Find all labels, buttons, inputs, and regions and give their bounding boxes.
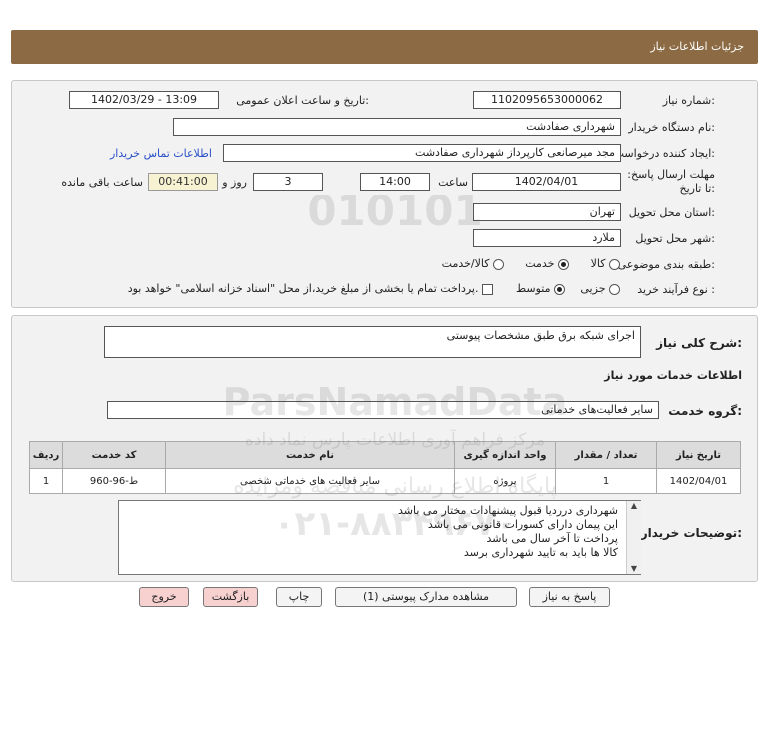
summary-field: اجرای شبکه برق طبق مشخصات پیوستی <box>104 326 641 358</box>
purchase-option-medium[interactable]: متوسط <box>516 282 565 295</box>
page-title: جزئیات اطلاعات نیاز <box>650 40 744 53</box>
cell-unit: پروژه <box>454 468 556 494</box>
buyer-notes-textarea[interactable]: شهرداری درردیا قبول پیشنهادات مختار می ب… <box>118 500 641 575</box>
cell-row-number: 1 <box>29 468 63 494</box>
back-button[interactable]: بازگشت <box>203 587 258 607</box>
category-option-goods[interactable]: کالا <box>591 257 620 270</box>
table-row: 1 ط-96-960 سایر فعالیت های خدماتی شخصی پ… <box>29 468 741 494</box>
category-service-label: خدمت <box>525 257 555 270</box>
buyer-org-label: نام دستگاه خریدار: <box>628 121 715 134</box>
buyer-org-field: شهرداری صفادشت <box>173 118 621 136</box>
days-label: روز و <box>222 176 247 189</box>
deadline-time-label: ساعت <box>438 176 468 189</box>
purchase-type-label: نوع فرآیند خرید : <box>637 283 715 296</box>
category-goods-radio[interactable] <box>609 258 620 270</box>
buyer-note-line: کالا ها باید به تایید شهرداری برسد <box>463 546 618 559</box>
deadline-date-field: 1402/04/01 <box>472 173 621 191</box>
category-label: طبقه بندی موضوعی: <box>617 258 715 271</box>
col-header-service-name: نام خدمت <box>165 441 455 469</box>
purchase-option-minor[interactable]: جزیی <box>580 282 620 295</box>
need-number-label: شماره نیاز: <box>662 94 715 107</box>
treasury-checkbox[interactable] <box>482 283 493 295</box>
treasury-option[interactable]: پرداخت تمام یا بخشی از مبلغ خرید،از محل … <box>128 282 493 295</box>
city-field: ملارد <box>473 229 621 247</box>
col-header-service-code: کد خدمت <box>62 441 166 469</box>
buyer-notes-label: توضیحات خریدار: <box>640 526 742 540</box>
buyer-note-line: شهرداری درردیا قبول پیشنهادات مختار می ب… <box>398 504 618 517</box>
services-table: ردیف کد خدمت نام خدمت واحد اندازه گیری ت… <box>29 441 741 494</box>
summary-label: شرح کلی نیاز: <box>656 336 742 350</box>
service-group-field: سایر فعالیت‌های خدماتی <box>107 401 659 419</box>
purchase-medium-label: متوسط <box>515 282 551 295</box>
treasury-note: پرداخت تمام یا بخشی از مبلغ خرید،از محل … <box>127 282 479 295</box>
purchase-minor-label: جزیی <box>580 282 606 295</box>
creator-label: ایجاد کننده درخواست: <box>613 147 715 160</box>
category-goods-service-label: کالا/خدمت <box>441 257 490 270</box>
deadline-time-field: 14:00 <box>360 173 430 191</box>
buyer-note-line: این پیمان دارای کسورات قانونی می باشد <box>427 518 618 531</box>
exit-button[interactable]: خروج <box>139 587 189 607</box>
reply-button[interactable]: پاسخ به نیاز <box>529 587 610 607</box>
buyer-contact-link[interactable]: اطلاعات تماس خریدار <box>110 147 212 160</box>
scroll-down-icon[interactable]: ▼ <box>627 564 641 573</box>
scroll-up-icon[interactable]: ▲ <box>627 501 641 510</box>
purchase-minor-radio[interactable] <box>609 283 620 295</box>
deadline-label: مهلت ارسال پاسخ: تا تاریخ: <box>627 168 715 195</box>
service-group-label: گروه خدمت: <box>668 404 742 418</box>
category-option-goods-service[interactable]: کالا/خدمت <box>442 257 504 270</box>
buyer-note-line: پرداخت تا آخر سال می باشد <box>486 532 618 545</box>
col-header-row-number: ردیف <box>29 441 63 469</box>
purchase-medium-radio[interactable] <box>554 283 565 295</box>
need-number-field: 1102095653000062 <box>473 91 621 109</box>
category-goods-label: کالا <box>590 257 606 270</box>
cell-service-name: سایر فعالیت های خدماتی شخصی <box>165 468 455 494</box>
category-service-radio[interactable] <box>558 258 569 270</box>
remaining-time-field: 00:41:00 <box>148 173 218 191</box>
notes-scrollbar[interactable]: ▲ ▼ <box>626 501 641 574</box>
category-option-service[interactable]: خدمت <box>525 257 569 270</box>
announce-label: تاریخ و ساعت اعلان عمومی: <box>236 94 369 107</box>
view-attachments-button[interactable]: مشاهده مدارک پیوستی (1) <box>335 587 517 607</box>
print-button[interactable]: چاپ <box>276 587 322 607</box>
col-header-need-date: تاریخ نیاز <box>656 441 741 469</box>
remaining-label: ساعت باقی مانده <box>61 176 143 189</box>
col-header-quantity: تعداد / مقدار <box>555 441 657 469</box>
category-goods-service-radio[interactable] <box>493 258 504 270</box>
creator-field: مجد میرصانعی کارپرداز شهرداری صفادشت <box>223 144 621 162</box>
col-header-unit: واحد اندازه گیری <box>454 441 556 469</box>
days-field: 3 <box>253 173 323 191</box>
cell-need-date: 1402/04/01 <box>656 468 741 494</box>
cell-service-code: ط-96-960 <box>62 468 166 494</box>
province-label: استان محل تحویل: <box>628 206 715 219</box>
province-field: تهران <box>473 203 621 221</box>
page-header: جزئیات اطلاعات نیاز <box>11 30 758 64</box>
announce-field: 1402/03/29 - 13:09 <box>69 91 219 109</box>
cell-quantity: 1 <box>555 468 657 494</box>
city-label: شهر محل تحویل: <box>635 232 715 245</box>
services-heading: اطلاعات خدمات مورد نیاز <box>604 369 742 382</box>
